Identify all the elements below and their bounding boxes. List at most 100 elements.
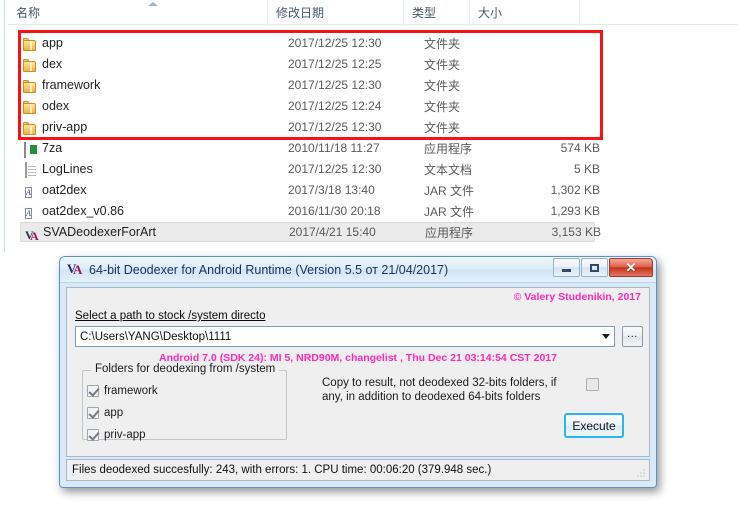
file-size: 3,153 KB [551, 225, 601, 239]
column-header-date-label: 修改日期 [276, 6, 325, 20]
checkbox-row-app[interactable]: app [87, 407, 123, 419]
text-document-icon [22, 161, 38, 178]
folder-icon [22, 100, 38, 116]
column-header-size[interactable]: 大小 [470, 0, 580, 25]
table-row[interactable]: app 2017/12/25 12:30 文件夹 [20, 33, 595, 53]
file-type: 文件夹 [424, 57, 461, 72]
table-row[interactable]: 7za 2010/11/18 11:27 应用程序 574 KB [20, 138, 600, 158]
minimize-button[interactable] [553, 258, 580, 277]
restore-icon [590, 263, 599, 272]
window-controls: ✕ [553, 258, 653, 277]
file-type: 文件夹 [424, 120, 461, 135]
file-date: 2017/4/21 15:40 [289, 225, 376, 239]
deodexer-dialog-window: VA 64-bit Deodexer for Android Runtime (… [59, 256, 657, 488]
checkbox-row-framework[interactable]: framework [87, 385, 158, 397]
table-row[interactable]: A oat2dex_v0.86 2016/11/30 20:18 JAR 文件 … [20, 201, 600, 221]
file-type: JAR 文件 [424, 204, 475, 219]
file-name: SVADeodexerForArt [43, 225, 157, 239]
table-row[interactable]: LogLines 2017/12/25 12:30 文本文档 5 KB [20, 159, 600, 179]
table-row[interactable]: framework 2017/12/25 12:30 文件夹 [20, 75, 595, 95]
file-name: framework [42, 78, 101, 92]
execute-button[interactable]: Execute [564, 413, 624, 438]
column-header-type-label: 类型 [412, 6, 437, 20]
copy-option-line2: any, in addition to deodexed 64-bits fol… [322, 391, 541, 403]
file-date: 2017/12/25 12:30 [288, 36, 382, 50]
jar-file-icon: A [25, 187, 32, 198]
file-size: 1,293 KB [550, 204, 600, 218]
file-type: 文本文档 [424, 162, 473, 177]
file-name: 7za [42, 141, 63, 155]
path-field-label: Select a path to stock /system directo [75, 310, 266, 322]
checkbox-priv-app[interactable] [87, 429, 99, 441]
checkbox-copy-32bit-folders[interactable] [586, 378, 599, 391]
dialog-body: © Valery Studenikin, 2017 Select a path … [66, 287, 650, 457]
file-date: 2017/12/25 12:30 [288, 78, 382, 92]
checkbox-priv-app-label: priv-app [104, 429, 146, 441]
sva-app-icon: VA [67, 261, 83, 277]
checkbox-app-label: app [104, 407, 124, 419]
file-size: 574 KB [560, 141, 600, 155]
file-date: 2010/11/18 11:27 [288, 141, 380, 155]
table-row[interactable]: dex 2017/12/25 12:25 文件夹 [20, 54, 595, 74]
folders-group-legend: Folders for deodexing from /system [91, 363, 280, 375]
column-header-name[interactable]: 名称 [8, 0, 268, 25]
dialog-titlebar[interactable]: VA 64-bit Deodexer for Android Runtime (… [60, 257, 656, 283]
close-button[interactable]: ✕ [609, 258, 653, 277]
copyright-label: © Valery Studenikin, 2017 [513, 291, 641, 303]
copy-option-label: Copy to result, not deodexed 32-bits fol… [322, 376, 572, 404]
table-row[interactable]: VA SVADeodexerForArt 2017/4/21 15:40 应用程… [20, 222, 601, 243]
file-size: 5 KB [573, 162, 600, 176]
sva-app-icon: VA [25, 228, 39, 243]
table-row[interactable]: odex 2017/12/25 12:24 文件夹 [20, 96, 595, 116]
dialog-statusbar: Files deodexed succesfully: 243, with er… [66, 459, 650, 481]
table-row[interactable]: priv-app 2017/12/25 12:30 文件夹 [20, 117, 595, 137]
browse-button[interactable]: ... [622, 326, 643, 347]
close-icon: ✕ [625, 260, 637, 275]
column-header-date-modified[interactable]: 修改日期 [268, 0, 404, 25]
status-text: Files deodexed succesfully: 243, with er… [72, 464, 492, 476]
folder-icon [22, 58, 38, 74]
file-size: 1,302 KB [550, 183, 600, 197]
file-date: 2017/12/25 12:24 [288, 99, 382, 113]
copy-option-line1: Copy to result, not deodexed 32-bits fol… [322, 377, 557, 389]
file-type: JAR 文件 [424, 183, 475, 198]
file-name: LogLines [42, 162, 93, 176]
sort-ascending-arrow-icon [148, 2, 158, 6]
checkbox-framework-label: framework [104, 385, 158, 397]
file-name: odex [42, 99, 70, 113]
table-row[interactable]: A oat2dex 2017/3/18 13:40 JAR 文件 1,302 K… [20, 180, 600, 200]
chevron-down-icon[interactable] [597, 327, 614, 346]
file-name: app [42, 36, 63, 50]
checkbox-app[interactable] [87, 407, 99, 419]
file-type: 文件夹 [424, 78, 461, 93]
file-type: 文件夹 [424, 99, 461, 114]
checkbox-row-priv-app[interactable]: priv-app [87, 429, 146, 441]
file-date: 2017/12/25 12:30 [288, 120, 382, 134]
file-explorer-pane: 名称 修改日期 类型 大小 app 2017/12/25 12:30 文件夹 d… [0, 0, 738, 252]
file-type: 文件夹 [424, 36, 461, 51]
folder-icon [22, 79, 38, 95]
file-name: priv-app [42, 120, 88, 134]
file-name: dex [42, 57, 63, 71]
path-combobox[interactable]: C:\Users\YANG\Desktop\1111 [75, 326, 615, 347]
screen-root: 名称 修改日期 类型 大小 app 2017/12/25 12:30 文件夹 d… [0, 0, 738, 520]
file-date: 2017/12/25 12:25 [288, 57, 382, 71]
path-input[interactable]: C:\Users\YANG\Desktop\1111 [76, 331, 597, 343]
application-icon [22, 140, 38, 158]
file-name: oat2dex_v0.86 [42, 204, 125, 218]
folders-group-box: Folders for deodexing from /system frame… [82, 363, 287, 441]
window-title: 64-bit Deodexer for Android Runtime (Ver… [89, 262, 449, 277]
file-type: 应用程序 [424, 141, 473, 156]
jar-file-icon: A [25, 208, 32, 219]
file-date: 2016/11/30 20:18 [288, 204, 381, 218]
file-type: 应用程序 [425, 225, 474, 240]
maximize-button[interactable] [581, 258, 608, 277]
column-header-name-label: 名称 [16, 6, 41, 20]
file-date: 2017/3/18 13:40 [288, 183, 375, 197]
file-name: oat2dex [42, 183, 87, 197]
folder-icon [22, 37, 38, 53]
column-header-row: 名称 修改日期 类型 大小 [8, 0, 738, 25]
resize-grip-icon[interactable] [636, 468, 646, 478]
column-header-type[interactable]: 类型 [404, 0, 470, 25]
checkbox-framework[interactable] [87, 385, 99, 397]
